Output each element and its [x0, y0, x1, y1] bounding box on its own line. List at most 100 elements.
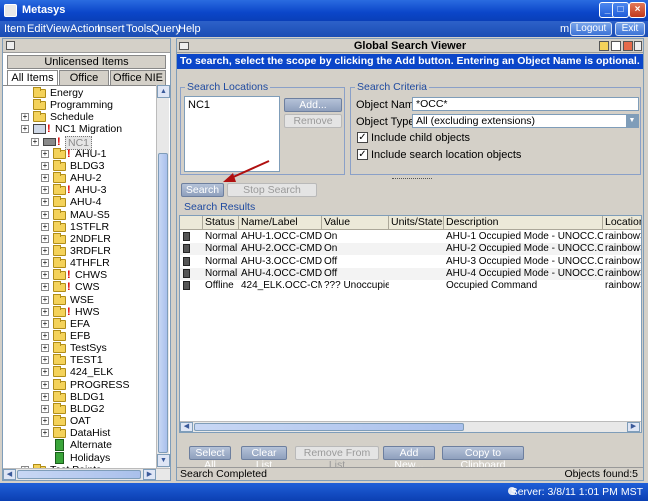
expand-icon[interactable]: + [41, 429, 49, 438]
expand-icon[interactable]: + [41, 356, 49, 365]
column-header-units[interactable]: Units/States [389, 216, 444, 230]
expand-icon[interactable]: + [41, 210, 49, 219]
expand-icon[interactable]: + [41, 417, 49, 426]
select-all-button[interactable]: Select All [189, 446, 231, 471]
include-child-checkbox[interactable]: ✓ [357, 132, 368, 143]
tree-item[interactable]: + AHU-2 [3, 172, 156, 184]
column-header-name[interactable]: Name/Label [239, 216, 322, 230]
tree-item[interactable]: +1STFLR [3, 220, 156, 233]
expand-icon[interactable]: + [41, 149, 49, 158]
object-type-select[interactable]: All (excluding extensions) ▼ [412, 114, 639, 128]
menu-view[interactable]: View [46, 23, 70, 35]
remove-from-list-button[interactable]: Remove From List [295, 446, 379, 471]
exit-button[interactable]: Exit [615, 22, 645, 36]
tree-horizontal-scrollbar[interactable]: ◀ ▶ [3, 468, 170, 480]
tree-item[interactable]: + WSE [3, 293, 156, 306]
results-horizontal-scrollbar[interactable]: ◀ ▶ [180, 421, 641, 432]
tree-item[interactable]: Alternate [3, 439, 156, 452]
tree-item[interactable]: Programming [3, 99, 156, 111]
tree-item[interactable]: + OAT [3, 415, 156, 427]
expand-icon[interactable]: + [41, 234, 49, 243]
scroll-left-icon[interactable]: ◀ [3, 469, 16, 480]
column-header-value[interactable]: Value [322, 216, 389, 230]
tree-item[interactable]: + BLDG1 [3, 390, 156, 403]
expand-icon[interactable]: + [41, 380, 49, 389]
tree-item[interactable]: + PROGRESS [3, 378, 156, 391]
tree-item[interactable]: + TestSys [3, 342, 156, 354]
menu-tools[interactable]: Tools [126, 23, 152, 35]
expand-icon[interactable]: + [41, 174, 49, 183]
viewer-pin-icon[interactable] [599, 41, 609, 51]
tab-office[interactable]: Office [59, 70, 109, 85]
close-icon[interactable]: × [629, 2, 646, 18]
tree-item[interactable]: Energy [3, 87, 156, 99]
expand-icon[interactable]: + [41, 368, 49, 377]
results-scrollbar-thumb[interactable] [194, 423, 464, 431]
add-new-button[interactable]: Add New... [383, 446, 435, 471]
column-header-status[interactable]: Status [203, 216, 239, 230]
tree-item[interactable]: + BLDG3 [3, 159, 156, 172]
expand-icon[interactable]: + [41, 271, 49, 280]
menu-help[interactable]: Help [178, 23, 201, 35]
menu-insert[interactable]: Insert [97, 23, 125, 35]
tree-icon[interactable] [6, 41, 15, 50]
scroll-right-icon[interactable]: ▶ [627, 422, 640, 432]
scroll-up-icon[interactable]: ▲ [157, 85, 170, 98]
tree-item[interactable]: +! CHWS [3, 269, 156, 281]
include-location-checkbox[interactable]: ✓ [357, 149, 368, 160]
expand-icon[interactable]: + [41, 283, 49, 292]
expand-icon[interactable]: + [41, 198, 49, 207]
tree-item[interactable]: + BLDG2 [3, 402, 156, 415]
splitter-handle[interactable] [392, 178, 432, 181]
menu-edit[interactable]: Edit [27, 23, 46, 35]
tree-item[interactable]: +! CWS [3, 281, 156, 293]
object-name-input[interactable]: *OCC* [412, 97, 639, 111]
menu-query[interactable]: Query [151, 23, 181, 35]
expand-icon[interactable]: + [41, 161, 49, 170]
clear-list-button[interactable]: Clear List [241, 446, 287, 471]
tree-item[interactable]: + EFA [3, 317, 156, 330]
tree-item[interactable]: + Schedule [3, 111, 156, 123]
expand-icon[interactable]: + [41, 404, 49, 413]
expand-icon[interactable]: + [41, 295, 49, 304]
chevron-down-icon[interactable]: ▼ [626, 115, 638, 127]
viewer-options-icon[interactable] [634, 41, 642, 51]
tab-office-nie[interactable]: Office NIE [110, 70, 166, 85]
column-header-location[interactable]: Location [603, 216, 641, 230]
h-scrollbar-thumb[interactable] [17, 470, 141, 479]
viewer-menu-icon[interactable] [179, 42, 189, 50]
expand-icon[interactable]: + [31, 137, 39, 146]
tree-item[interactable]: +! NC1 [3, 135, 156, 150]
add-location-button[interactable]: Add... [284, 98, 342, 112]
maximize-icon[interactable]: □ [612, 2, 629, 18]
tree-item[interactable]: + EFB [3, 330, 156, 342]
copy-clipboard-button[interactable]: Copy to Clipboard [442, 446, 524, 471]
tree-item[interactable]: Holidays [3, 451, 156, 464]
expand-icon[interactable]: + [41, 319, 49, 328]
tree-item[interactable]: + AHU-4 [3, 196, 156, 208]
table-row[interactable]: Offline 424_ELK.OCC-CMD??? Unoccupied Occu… [180, 280, 641, 293]
table-row[interactable]: Normal AHU-2.OCC-CMD On AHU-2 Occupied Mode… [180, 243, 641, 256]
scroll-right-icon[interactable]: ▶ [143, 469, 156, 480]
expand-icon[interactable]: + [41, 332, 49, 340]
expand-icon[interactable]: + [41, 222, 49, 231]
scroll-down-icon[interactable]: ▼ [157, 454, 170, 467]
expand-icon[interactable]: + [41, 186, 49, 195]
remove-location-button[interactable]: Remove [284, 114, 342, 128]
viewer-restore-icon[interactable] [611, 41, 621, 51]
tree-item[interactable]: +! AHU-1 [3, 147, 156, 160]
expand-icon[interactable]: + [41, 307, 49, 316]
tree-item[interactable]: + DataHist [3, 427, 156, 439]
scroll-left-icon[interactable]: ◀ [180, 422, 193, 432]
unlicensed-items-header[interactable]: Unlicensed Items [7, 55, 166, 69]
menu-item[interactable]: Item [4, 23, 25, 35]
tree-vertical-scrollbar[interactable]: ▲ ▼ [156, 85, 170, 468]
table-row[interactable]: Normal AHU-3.OCC-CMD Off AHU-3 Occupied Mod… [180, 255, 641, 268]
tree-item[interactable]: +! NC1 Migration [3, 123, 156, 135]
menu-action[interactable]: Action [70, 23, 101, 35]
column-header-description[interactable]: Description [444, 216, 603, 230]
tree-item[interactable]: +3RDFLR [3, 244, 156, 257]
logout-button[interactable]: Logout [570, 22, 612, 36]
expand-icon[interactable]: + [21, 113, 29, 122]
expand-icon[interactable]: + [41, 259, 49, 268]
